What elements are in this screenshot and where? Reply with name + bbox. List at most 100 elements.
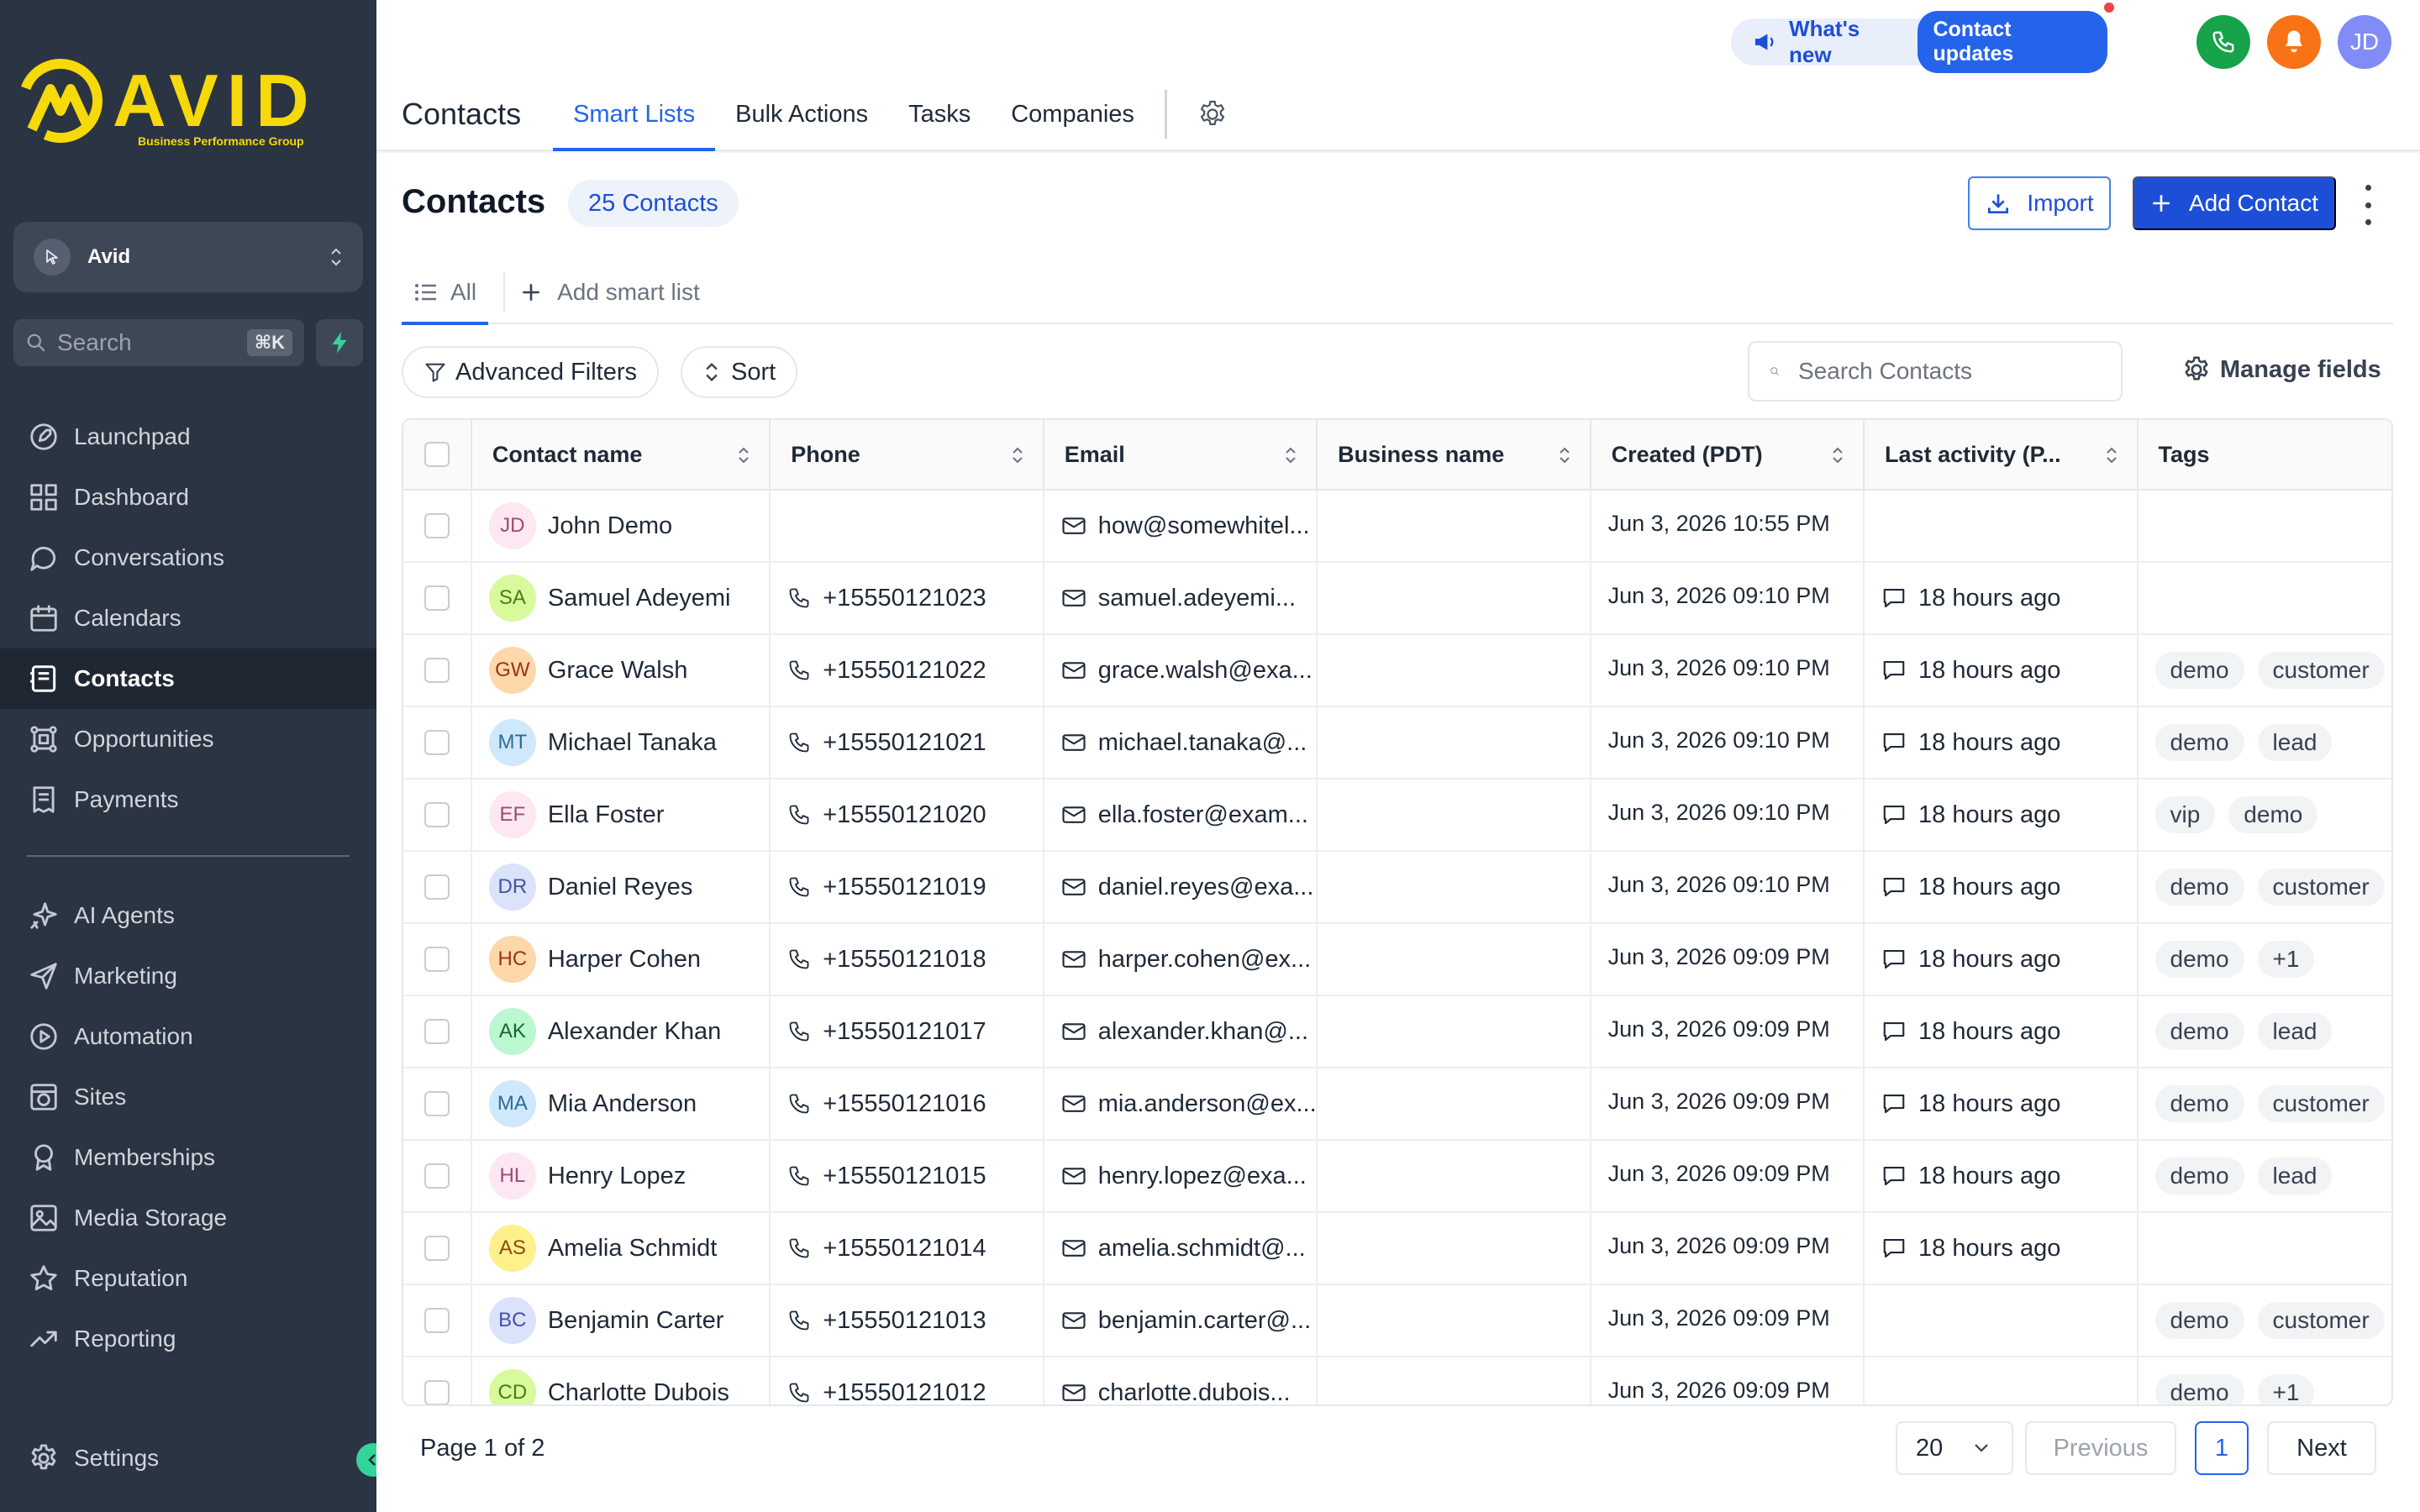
sidebar-item-opportunities[interactable]: Opportunities (0, 709, 376, 769)
quick-action-button[interactable] (316, 319, 363, 366)
tag-chip[interactable]: demo (2154, 652, 2244, 689)
phone-cell[interactable]: +15550121023 (771, 563, 1044, 633)
table-row[interactable]: MT Michael Tanaka +15550121021 michael.tana… (403, 707, 2391, 780)
sidebar-item-memberships[interactable]: Memberships (0, 1127, 376, 1188)
search-contacts-input[interactable] (1798, 358, 2101, 385)
sidebar-item-reputation[interactable]: Reputation (0, 1248, 376, 1309)
contact-name-cell[interactable]: GW Grace Walsh (472, 635, 771, 706)
tab-contacts[interactable]: Contacts (402, 77, 541, 151)
tag-chip[interactable]: demo (2154, 941, 2244, 978)
tag-chip[interactable]: lead (2257, 724, 2333, 761)
tab-smart-lists[interactable]: Smart Lists (553, 77, 716, 151)
email-cell[interactable]: alexander.khan@... (1044, 996, 1318, 1067)
contact-name-cell[interactable]: BC Benjamin Carter (472, 1285, 771, 1356)
phone-button[interactable] (2196, 15, 2250, 69)
table-row[interactable]: HL Henry Lopez +15550121015 henry.lopez@exa… (403, 1141, 2391, 1213)
table-row[interactable]: DR Daniel Reyes +15550121019 daniel.reyes@e… (403, 852, 2391, 924)
column-last-activity[interactable]: Last activity (P... (1865, 420, 2139, 489)
contact-name[interactable]: Grace Walsh (548, 657, 688, 685)
manage-fields-button[interactable]: Manage fields (2181, 354, 2381, 385)
phone-cell[interactable]: +15550121022 (771, 635, 1044, 706)
email-cell[interactable]: how@somewhitel... (1044, 491, 1318, 561)
email-cell[interactable]: harper.cohen@ex... (1044, 924, 1318, 995)
phone-cell[interactable]: +15550121016 (771, 1068, 1044, 1139)
contact-name[interactable]: Charlotte Dubois (548, 1379, 729, 1405)
sidebar-item-marketing[interactable]: Marketing (0, 946, 376, 1006)
tag-chip[interactable]: demo (2154, 869, 2244, 906)
tab-bulk-actions[interactable]: Bulk Actions (715, 77, 888, 151)
contact-name[interactable]: Mia Anderson (548, 1090, 697, 1118)
tag-chip[interactable]: customer (2257, 1085, 2385, 1122)
phone-cell[interactable]: +15550121019 (771, 852, 1044, 922)
sidebar-item-launchpad[interactable]: Launchpad (0, 407, 376, 467)
brand-logo[interactable]: AVID Business Performance Group (13, 52, 366, 153)
sidebar-item-conversations[interactable]: Conversations (0, 528, 376, 588)
column-business-name[interactable]: Business name (1318, 420, 1591, 489)
table-row[interactable]: SA Samuel Adeyemi +15550121023 samuel.adeye… (403, 563, 2391, 635)
add-smart-list-button[interactable]: Add smart list (520, 279, 700, 306)
select-all-checkbox[interactable] (424, 442, 450, 467)
whats-new-banner[interactable]: What's new Contact updates (1731, 1, 2116, 73)
user-avatar[interactable]: JD (2338, 15, 2391, 69)
add-contact-button[interactable]: Add Contact (2133, 176, 2336, 230)
contact-name-cell[interactable]: CD Charlotte Dubois (472, 1357, 771, 1405)
previous-page-button[interactable]: Previous (2025, 1421, 2176, 1475)
phone-cell[interactable]: +15550121014 (771, 1213, 1044, 1284)
contact-name-cell[interactable]: SA Samuel Adeyemi (472, 563, 771, 633)
phone-cell[interactable]: +15550121020 (771, 780, 1044, 850)
row-checkbox[interactable] (424, 513, 450, 538)
column-email[interactable]: Email (1044, 420, 1318, 489)
contact-name[interactable]: Alexander Khan (548, 1018, 721, 1046)
tag-chip[interactable]: demo (2154, 1158, 2244, 1194)
tag-chip[interactable]: vip (2154, 796, 2216, 833)
phone-cell[interactable] (771, 491, 1044, 561)
contacts-settings-button[interactable] (1192, 94, 1233, 134)
row-checkbox[interactable] (424, 1091, 450, 1116)
phone-cell[interactable]: +15550121012 (771, 1357, 1044, 1404)
sidebar-search[interactable]: Search ⌘K (13, 319, 304, 366)
sidebar-item-media-storage[interactable]: Media Storage (0, 1188, 376, 1248)
row-checkbox[interactable] (424, 947, 450, 972)
notifications-button[interactable] (2267, 15, 2321, 69)
contact-name[interactable]: John Demo (548, 512, 672, 540)
contact-name[interactable]: Michael Tanaka (548, 729, 717, 757)
email-cell[interactable]: samuel.adeyemi... (1044, 563, 1318, 633)
tag-chip[interactable]: customer (2257, 652, 2385, 689)
contact-name[interactable]: Amelia Schmidt (548, 1235, 717, 1263)
sidebar-item-contacts[interactable]: Contacts (0, 648, 376, 709)
contact-name[interactable]: Benjamin Carter (548, 1307, 724, 1335)
sidebar-item-automation[interactable]: Automation (0, 1006, 376, 1067)
table-row[interactable]: CD Charlotte Dubois +15550121012 charlotte.… (403, 1357, 2391, 1405)
row-checkbox[interactable] (424, 585, 450, 611)
phone-cell[interactable]: +15550121013 (771, 1285, 1044, 1356)
page-size-select[interactable]: 20 (1896, 1421, 2013, 1475)
contact-name-cell[interactable]: JD John Demo (472, 491, 771, 561)
email-cell[interactable]: amelia.schmidt@... (1044, 1213, 1318, 1284)
account-switcher[interactable]: Avid (13, 222, 363, 292)
row-checkbox[interactable] (424, 1380, 450, 1404)
search-contacts[interactable] (1748, 341, 2123, 402)
phone-cell[interactable]: +15550121017 (771, 996, 1044, 1067)
contact-name-cell[interactable]: HL Henry Lopez (472, 1141, 771, 1211)
email-cell[interactable]: charlotte.dubois... (1044, 1357, 1318, 1404)
table-row[interactable]: JD John Demo how@somewhitel... Jun 3, 2026 … (403, 491, 2391, 563)
contact-name[interactable]: Samuel Adeyemi (548, 585, 731, 612)
row-checkbox[interactable] (424, 802, 450, 827)
row-checkbox[interactable] (424, 1236, 450, 1261)
email-cell[interactable]: mia.anderson@ex... (1044, 1068, 1318, 1139)
sidebar-item-sites[interactable]: Sites (0, 1067, 376, 1127)
sidebar-item-calendars[interactable]: Calendars (0, 588, 376, 648)
column-contact-name[interactable]: Contact name (472, 420, 771, 489)
contact-name[interactable]: Henry Lopez (548, 1163, 686, 1190)
tag-chip[interactable]: demo (2154, 1302, 2244, 1339)
contact-name-cell[interactable]: DR Daniel Reyes (472, 852, 771, 922)
contact-name-cell[interactable]: MT Michael Tanaka (472, 707, 771, 778)
row-checkbox[interactable] (424, 658, 450, 683)
tab-companies[interactable]: Companies (991, 77, 1155, 151)
phone-cell[interactable]: +15550121018 (771, 924, 1044, 995)
contact-name-cell[interactable]: EF Ella Foster (472, 780, 771, 850)
table-row[interactable]: HC Harper Cohen +15550121018 harper.cohen@e… (403, 924, 2391, 996)
tag-chip[interactable]: demo (2154, 724, 2244, 761)
phone-cell[interactable]: +15550121015 (771, 1141, 1044, 1211)
tag-chip[interactable]: customer (2257, 1302, 2385, 1339)
